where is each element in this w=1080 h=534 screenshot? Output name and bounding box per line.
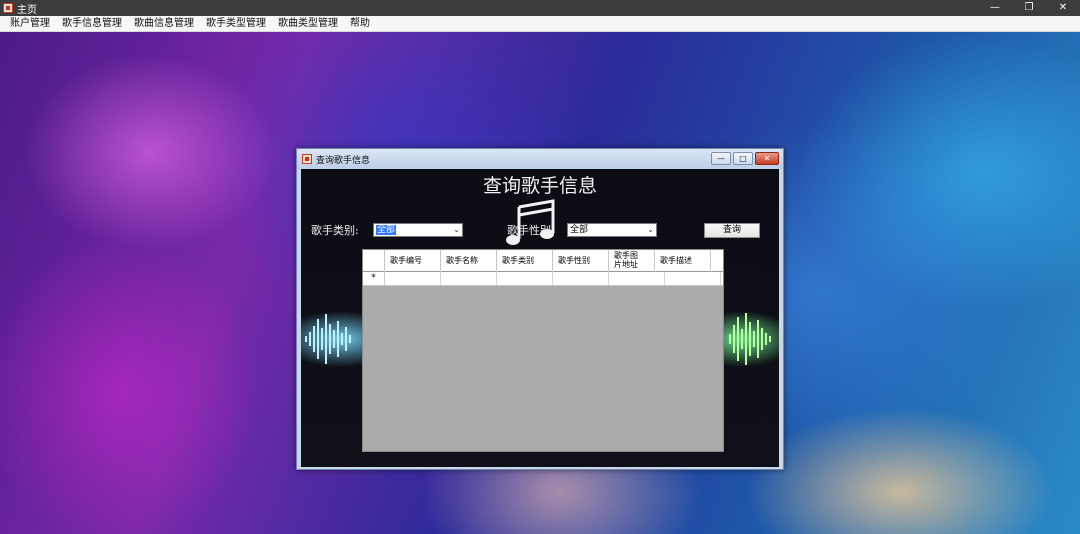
page-title: 查询歌手信息 [482,175,597,197]
singer-type-value: 全部 [376,225,397,235]
column-header-description[interactable]: 歌手描述 [655,250,711,272]
minimize-button[interactable]: — [978,0,1012,16]
dialog-maximize-button[interactable]: □ [733,152,753,165]
table-cell[interactable] [441,272,497,285]
main-titlebar: 主页 — ❐ ✕ [0,0,1080,16]
menu-help[interactable]: 帮助 [344,16,376,31]
dialog-titlebar[interactable]: 查询歌手信息 — □ ✕ [297,149,783,169]
column-header-gender[interactable]: 歌手性别 [553,250,609,272]
restore-button[interactable]: ❐ [1012,0,1046,16]
singer-table[interactable]: 歌手编号 歌手名称 歌手类别 歌手性别 歌手图片地址 歌手描述 * [362,249,724,452]
table-cell[interactable] [553,272,609,285]
window-controls: — ❐ ✕ [978,0,1080,16]
column-header-image-url[interactable]: 歌手图片地址 [609,250,655,272]
menu-bar: 账户管理 歌手信息管理 歌曲信息管理 歌手类型管理 歌曲类型管理 帮助 [0,16,1080,32]
query-button[interactable]: 查询 [704,223,760,238]
window-title: 主页 [17,4,37,16]
column-header-type[interactable]: 歌手类别 [497,250,553,272]
app-icon [3,3,13,13]
new-row-marker: * [363,272,385,285]
table-cell[interactable] [665,272,721,285]
menu-singer-type[interactable]: 歌手类型管理 [200,16,272,31]
chevron-down-icon: ⌄ [453,225,460,234]
dialog-title: 查询歌手信息 [316,155,371,166]
singer-type-label: 歌手类别: [311,224,359,237]
table-cell[interactable] [609,272,665,285]
dialog-body: 查询歌手信息 歌手类别: 全部 ⌄ 歌手性别: 全部 ⌄ 查询 歌手编号 歌手名… [301,169,779,467]
table-header: 歌手编号 歌手名称 歌手类别 歌手性别 歌手图片地址 歌手描述 [363,250,723,272]
dialog-close-button[interactable]: ✕ [755,152,779,165]
menu-song-type[interactable]: 歌曲类型管理 [272,16,344,31]
dialog-controls: — □ ✕ [711,152,779,165]
singer-type-select[interactable]: 全部 ⌄ [373,223,463,237]
table-corner[interactable] [363,250,385,272]
singer-gender-label: 歌手性别: [507,224,555,237]
chevron-down-icon: ⌄ [647,225,654,234]
query-singer-dialog: 查询歌手信息 — □ ✕ 查询歌手信息 歌手类别: 全部 ⌄ 歌手性别: 全部 … [296,148,784,470]
dialog-icon [302,154,312,164]
table-cell[interactable] [385,272,441,285]
singer-gender-select[interactable]: 全部 ⌄ [567,223,657,237]
sound-wave-right [729,309,771,369]
singer-gender-value: 全部 [570,225,589,235]
column-header-name[interactable]: 歌手名称 [441,250,497,272]
sound-wave-left [305,309,351,369]
menu-singer-info[interactable]: 歌手信息管理 [56,16,128,31]
close-button[interactable]: ✕ [1046,0,1080,16]
column-header-id[interactable]: 歌手编号 [385,250,441,272]
menu-song-info[interactable]: 歌曲信息管理 [128,16,200,31]
table-cell[interactable] [497,272,553,285]
dialog-minimize-button[interactable]: — [711,152,731,165]
menu-account[interactable]: 账户管理 [4,16,56,31]
table-row[interactable]: * [363,272,723,286]
